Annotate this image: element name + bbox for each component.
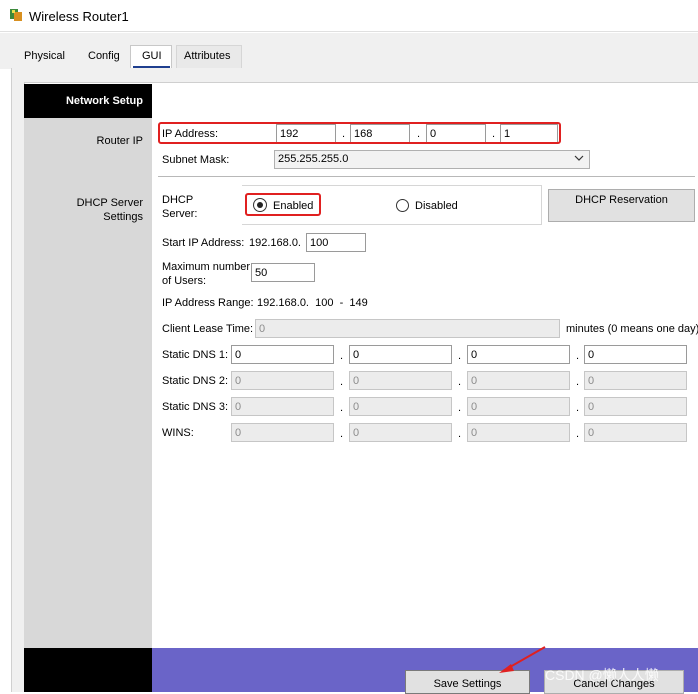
tab-config[interactable]: Config xyxy=(88,50,120,62)
dhcp-section-label: DHCP Server Settings xyxy=(76,197,143,223)
dns3-octet-3[interactable] xyxy=(467,397,570,416)
dhcp-reservation-button[interactable]: DHCP Reservation xyxy=(548,189,695,222)
subnet-mask-value: 255.255.255.0 xyxy=(278,153,349,165)
tab-gui[interactable]: GUI xyxy=(142,50,162,62)
dns3-octet-4[interactable] xyxy=(584,397,687,416)
dns-dot-separator: . xyxy=(340,376,344,388)
dns3-octet-1[interactable] xyxy=(231,397,334,416)
start-ip-input[interactable] xyxy=(306,233,366,252)
chevron-down-icon xyxy=(574,153,584,166)
start-ip-prefix: 192.168.0. xyxy=(249,237,301,249)
wins-label: WINS: xyxy=(162,427,194,439)
dns-dot-separator: . xyxy=(576,402,580,414)
router-ip-section-label: Router IP xyxy=(96,135,143,147)
router-app-icon xyxy=(9,8,23,22)
dhcp-server-label: DHCP Server: xyxy=(162,194,198,220)
dhcp-disabled-radio[interactable] xyxy=(396,199,409,212)
max-users-label: Maximum number of Users: xyxy=(162,261,251,287)
dns3-octet-2[interactable] xyxy=(349,397,452,416)
lease-time-suffix: minutes (0 means one day) xyxy=(566,323,698,335)
watermark-text: CSDN @懒人人懒 xyxy=(545,667,659,683)
max-users-input[interactable] xyxy=(251,263,315,282)
ip-range-label: IP Address Range: xyxy=(162,297,254,309)
dns2-octet-3[interactable] xyxy=(467,371,570,390)
dns-dot-separator: . xyxy=(458,350,462,362)
dns-dot-separator: . xyxy=(458,402,462,414)
dns3-label: Static DNS 3: xyxy=(162,401,229,413)
dns2-octet-2[interactable] xyxy=(349,371,452,390)
tab-attributes[interactable]: Attributes xyxy=(184,50,230,62)
tab-physical[interactable]: Physical xyxy=(24,50,65,62)
dns-dot-separator: . xyxy=(340,350,344,362)
red-arrow-annotation xyxy=(495,644,550,676)
dns-dot-separator: . xyxy=(458,428,462,440)
subnet-mask-select[interactable]: 255.255.255.0 xyxy=(274,150,590,169)
dns1-octet-2[interactable] xyxy=(349,345,452,364)
ip-highlight-annotation xyxy=(158,122,561,144)
start-ip-label: Start IP Address: xyxy=(162,237,245,249)
wins-octet-1[interactable] xyxy=(231,423,334,442)
dns-dot-separator: . xyxy=(576,376,580,388)
lease-time-label: Client Lease Time: xyxy=(162,323,254,335)
wins-octet-3[interactable] xyxy=(467,423,570,442)
section-divider xyxy=(158,176,695,177)
dns-dot-separator: . xyxy=(576,350,580,362)
dns2-octet-4[interactable] xyxy=(584,371,687,390)
dns-dot-separator: . xyxy=(340,428,344,440)
footer-left-block xyxy=(24,648,152,692)
dns2-label: Static DNS 2: xyxy=(162,375,229,387)
lease-time-input[interactable] xyxy=(255,319,560,338)
dns-dot-separator: . xyxy=(340,402,344,414)
enabled-highlight-annotation xyxy=(245,193,321,216)
dns1-label: Static DNS 1: xyxy=(162,349,229,361)
window-title: Wireless Router1 xyxy=(29,9,129,24)
wins-octet-2[interactable] xyxy=(349,423,452,442)
dns2-octet-1[interactable] xyxy=(231,371,334,390)
dns-dot-separator: . xyxy=(576,428,580,440)
dns-dot-separator: . xyxy=(458,376,462,388)
subnet-mask-label: Subnet Mask: xyxy=(162,154,230,166)
dns1-octet-4[interactable] xyxy=(584,345,687,364)
page-title: Network Setup xyxy=(65,95,143,107)
wins-octet-4[interactable] xyxy=(584,423,687,442)
dhcp-disabled-label: Disabled xyxy=(415,200,458,212)
dns1-octet-3[interactable] xyxy=(467,345,570,364)
dns1-octet-1[interactable] xyxy=(231,345,334,364)
ip-range-value: 192.168.0. 100 - 149 xyxy=(257,297,368,309)
